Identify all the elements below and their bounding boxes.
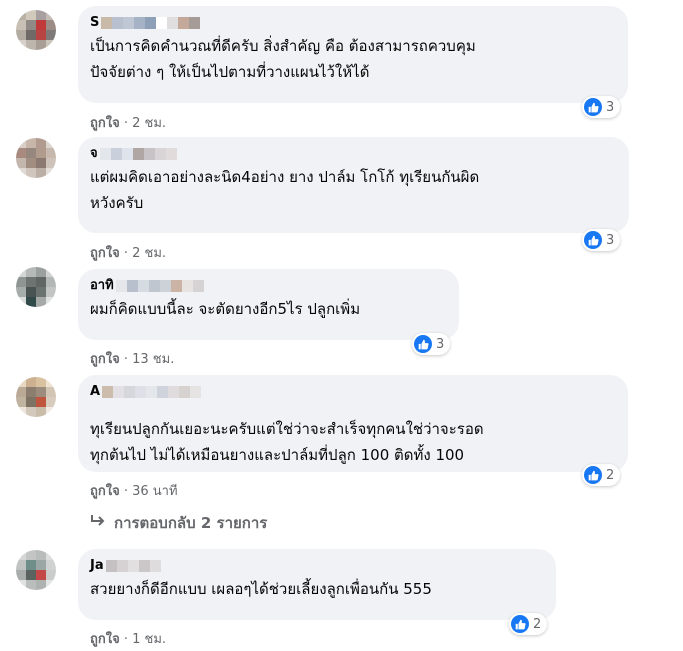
comment-bubble: อาทิ ผมก็คิดแบบนี้ละ จะตัดยางอีก5ไร ปลูก… — [78, 269, 459, 340]
comment-text: แต่ผมคิดเอาอย่างละนิด4อย่าง ยาง ปาล์ม โก… — [90, 164, 617, 216]
comment-meta: ถูกใจ · 2 ชม. — [90, 116, 167, 131]
comment-time[interactable]: 36 นาที — [132, 484, 177, 499]
comment-bubble: A ทุเรียนปลูกกันเยอะนะครับแต่ใช่ว่าจะสำเ… — [78, 375, 628, 472]
reply-arrow-icon — [90, 514, 106, 532]
author-name[interactable]: A — [90, 383, 100, 400]
comment-author[interactable]: Ja — [90, 557, 544, 574]
reaction-number: 2 — [533, 616, 542, 632]
comment-meta: ถูกใจ · 1 ชม. — [90, 632, 167, 647]
comment-time[interactable]: 2 ชม. — [132, 246, 166, 261]
like-icon — [584, 231, 602, 249]
redacted-name — [99, 147, 177, 160]
comment-author[interactable]: S — [90, 14, 616, 31]
like-icon — [584, 98, 602, 116]
comment-bubble: Ja สวยยางก็ดีอีกแบบ เผลอๆได้ช่วยเลี้ยงลู… — [78, 549, 556, 620]
redacted-name — [102, 385, 202, 398]
like-icon — [414, 335, 432, 353]
like-button[interactable]: ถูกใจ — [90, 484, 120, 499]
comment-text-line: สวยยางก็ดีอีกแบบ เผลอๆได้ช่วยเลี้ยงลูกเพ… — [90, 580, 432, 598]
view-replies-link[interactable]: การตอบกลับ 2 รายการ — [90, 511, 267, 535]
like-button[interactable]: ถูกใจ — [90, 352, 120, 367]
comment-author[interactable]: จ — [90, 145, 617, 162]
comment-text-line: หวังครับ — [90, 194, 144, 212]
reaction-count[interactable]: 3 — [582, 96, 621, 118]
comment-text-line: เป็นการคิดคำนวณที่ดีครับ สิ่งสำคัญ คือ ต… — [90, 37, 476, 55]
reaction-count[interactable]: 3 — [582, 229, 621, 251]
author-name[interactable]: S — [90, 14, 99, 31]
reaction-count[interactable]: 2 — [582, 464, 621, 486]
avatar[interactable] — [16, 267, 56, 307]
comment-text-line: ปัจจัยต่าง ๆ ให้เป็นไปตามที่วางแผนไว้ให้… — [90, 63, 370, 81]
like-button[interactable]: ถูกใจ — [90, 246, 120, 261]
reaction-number: 2 — [606, 467, 615, 483]
comment-text: เป็นการคิดคำนวณที่ดีครับ สิ่งสำคัญ คือ ต… — [90, 33, 616, 85]
comment-text-line: ทุกต้นไป ไม่ได้เหมือนยางและปาล์มที่ปลูก … — [90, 446, 465, 464]
like-button[interactable]: ถูกใจ — [90, 116, 120, 131]
reaction-count[interactable]: 3 — [412, 333, 451, 355]
avatar[interactable] — [16, 377, 56, 417]
like-button[interactable]: ถูกใจ — [90, 632, 120, 647]
comment-time[interactable]: 1 ชม. — [132, 632, 166, 647]
comment-text-line: แต่ผมคิดเอาอย่างละนิด4อย่าง ยาง ปาล์ม โก… — [90, 168, 480, 186]
comment-meta: ถูกใจ · 13 ชม. — [90, 352, 175, 367]
comment-bubble: S เป็นการคิดคำนวณที่ดีครับ สิ่งสำคัญ คือ… — [78, 6, 628, 103]
like-icon — [584, 466, 602, 484]
comment-meta: ถูกใจ · 2 ชม. — [90, 246, 167, 261]
redacted-name — [101, 16, 201, 29]
author-name[interactable]: จ — [90, 145, 98, 162]
comment-time[interactable]: 2 ชม. — [132, 116, 166, 131]
comment-author[interactable]: A — [90, 383, 616, 400]
comment-text: สวยยางก็ดีอีกแบบ เผลอๆได้ช่วยเลี้ยงลูกเพ… — [90, 576, 544, 602]
reaction-number: 3 — [436, 336, 445, 352]
author-name[interactable]: อาทิ — [90, 277, 114, 294]
comment-bubble: จ แต่ผมคิดเอาอย่างละนิด4อย่าง ยาง ปาล์ม … — [78, 137, 629, 233]
comment-author[interactable]: อาทิ — [90, 277, 447, 294]
comment-text: ทุเรียนปลูกกันเยอะนะครับแต่ใช่ว่าจะสำเร็… — [90, 416, 616, 468]
avatar[interactable] — [16, 138, 56, 178]
comment-text: ผมก็คิดแบบนี้ละ จะตัดยางอีก5ไร ปลูกเพิ่ม — [90, 296, 447, 322]
comment-time[interactable]: 13 ชม. — [132, 352, 174, 367]
comment-text-line: ทุเรียนปลูกกันเยอะนะครับแต่ใช่ว่าจะสำเร็… — [90, 420, 484, 438]
avatar[interactable] — [16, 10, 56, 50]
redacted-name — [105, 559, 161, 572]
comment-meta: ถูกใจ · 36 นาที — [90, 484, 178, 499]
reaction-number: 3 — [606, 232, 615, 248]
comment-text-line: ผมก็คิดแบบนี้ละ จะตัดยางอีก5ไร ปลูกเพิ่ม — [90, 300, 361, 318]
avatar[interactable] — [16, 550, 56, 590]
view-replies-label[interactable]: การตอบกลับ 2 รายการ — [114, 511, 267, 535]
reaction-count[interactable]: 2 — [509, 613, 548, 635]
redacted-name — [115, 279, 204, 292]
author-name[interactable]: Ja — [90, 557, 104, 574]
like-icon — [511, 615, 529, 633]
reaction-number: 3 — [606, 99, 615, 115]
